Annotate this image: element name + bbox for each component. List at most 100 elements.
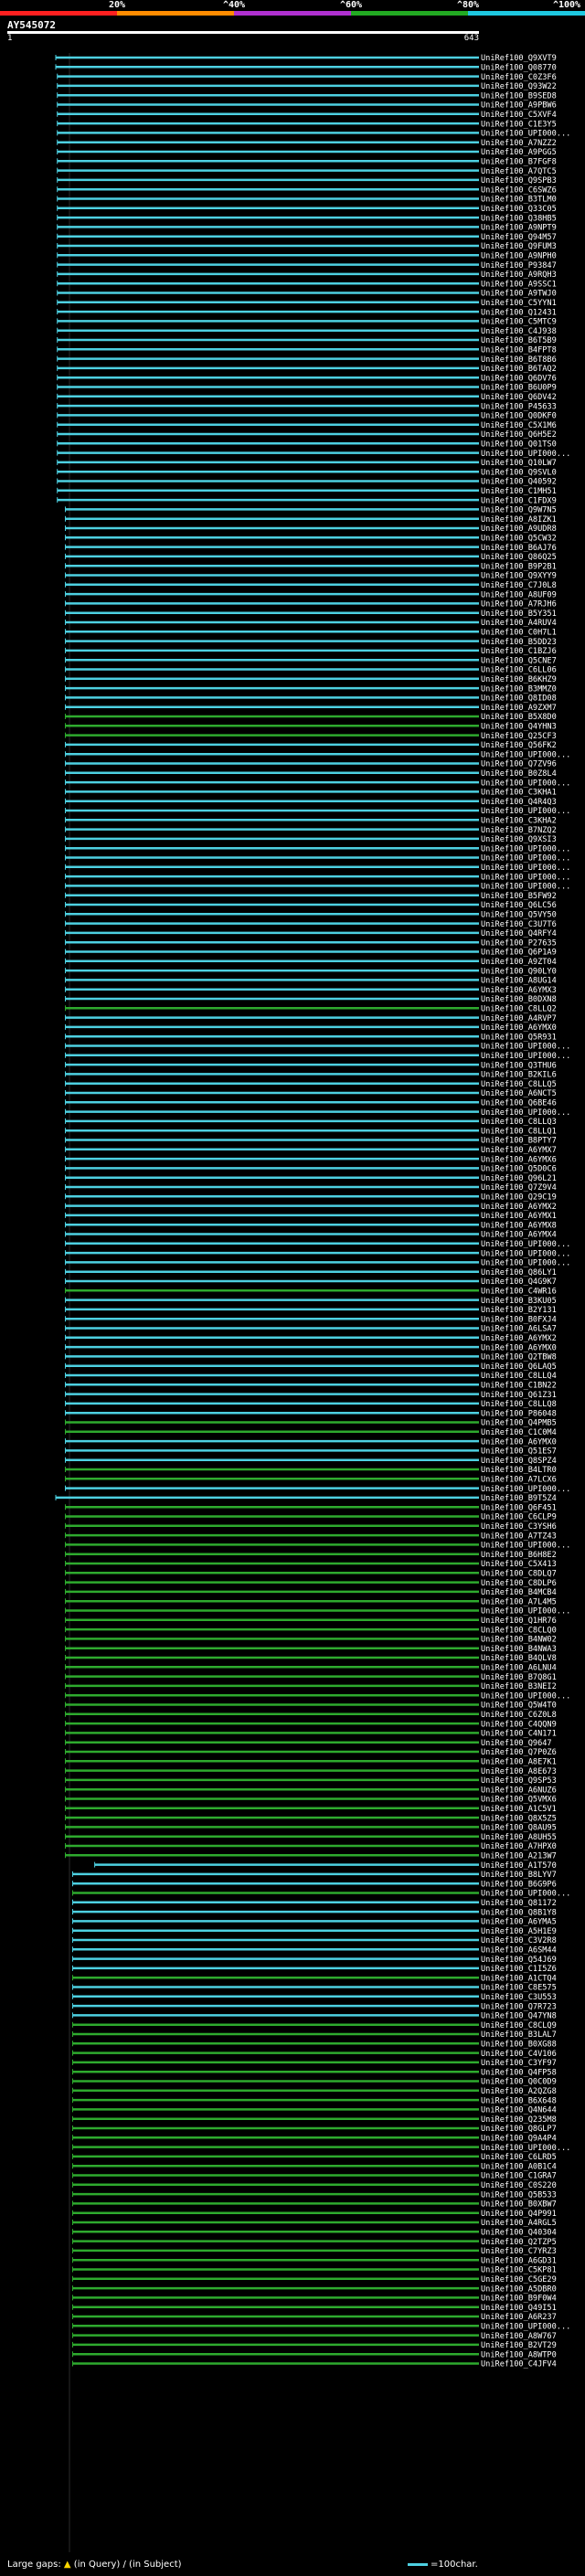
hit-label[interactable]: UniRef100_C8CLQ0 xyxy=(481,1626,557,1635)
hit-row[interactable]: UniRef100_C1MH51 xyxy=(57,487,557,496)
hit-label[interactable]: UniRef100_C1BZJ6 xyxy=(481,647,557,656)
hit-label[interactable]: UniRef100_A6YMA5 xyxy=(481,1918,557,1927)
hit-label[interactable]: UniRef100_Q9FUM3 xyxy=(481,242,557,251)
hit-label[interactable]: UniRef100_A8UH55 xyxy=(481,1833,557,1842)
hit-row[interactable]: UniRef100_UPI000... xyxy=(72,2144,571,2153)
hit-row[interactable]: UniRef100_C1C0M4 xyxy=(65,1428,557,1437)
hit-label[interactable]: UniRef100_Q4PMB5 xyxy=(481,1419,557,1428)
hit-row[interactable]: UniRef100_A6GD31 xyxy=(72,2256,557,2265)
hit-label[interactable]: UniRef100_B5DD23 xyxy=(481,638,557,647)
hit-label[interactable]: UniRef100_UPI000... xyxy=(481,1052,570,1061)
hit-label[interactable]: UniRef100_Q4R4Q3 xyxy=(481,798,557,807)
hit-label[interactable]: UniRef100_Q54J69 xyxy=(481,1956,557,1965)
hit-row[interactable]: UniRef100_B8LYV7 xyxy=(72,1871,557,1880)
hit-row[interactable]: UniRef100_A9NPT9 xyxy=(57,224,557,233)
hit-row[interactable]: UniRef100_Q9XVT9 xyxy=(55,54,557,63)
hit-row[interactable]: UniRef100_Q5VMX6 xyxy=(65,1796,557,1805)
hit-label[interactable]: UniRef100_Q01TS0 xyxy=(481,440,557,450)
hit-label[interactable]: UniRef100_Q9SVL0 xyxy=(481,468,557,477)
hit-row[interactable]: UniRef100_B4LTR0 xyxy=(65,1466,557,1475)
hit-row[interactable]: UniRef100_Q10LW7 xyxy=(57,459,557,468)
hit-label[interactable]: UniRef100_C4J938 xyxy=(481,327,557,336)
hit-row[interactable]: UniRef100_Q5CW32 xyxy=(65,535,557,544)
hit-label[interactable]: UniRef100_Q9W7N5 xyxy=(481,506,557,515)
hit-label[interactable]: UniRef100_B7FGF8 xyxy=(481,158,557,167)
hit-row[interactable]: UniRef100_A1CTQ4 xyxy=(72,1974,557,1983)
hit-label[interactable]: UniRef100_C0Z3F6 xyxy=(481,73,557,82)
hit-row[interactable]: UniRef100_UPI000... xyxy=(65,864,571,873)
hit-label[interactable]: UniRef100_C3KHA2 xyxy=(481,817,557,826)
hit-label[interactable]: UniRef100_Q4RFY4 xyxy=(481,929,557,938)
hit-row[interactable]: UniRef100_A1T570 xyxy=(94,1861,557,1871)
hit-row[interactable]: UniRef100_B3NEI2 xyxy=(65,1682,557,1691)
hit-row[interactable]: UniRef100_Q0C0D9 xyxy=(72,2078,557,2087)
hit-row[interactable]: UniRef100_C8DLP6 xyxy=(65,1579,557,1588)
hit-label[interactable]: UniRef100_B4LTR0 xyxy=(481,1466,557,1475)
hit-label[interactable]: UniRef100_B4QLV8 xyxy=(481,1654,557,1663)
hit-row[interactable]: UniRef100_Q8B1Y8 xyxy=(72,1908,557,1917)
hit-row[interactable]: UniRef100_Q4YHN3 xyxy=(65,723,557,732)
hit-row[interactable]: UniRef100_Q5CNE7 xyxy=(65,656,557,665)
hit-label[interactable]: UniRef100_A7TZ43 xyxy=(481,1532,557,1541)
hit-row[interactable]: UniRef100_Q4FP58 xyxy=(72,2068,557,2077)
hit-label[interactable]: UniRef100_Q5W4T0 xyxy=(481,1701,557,1711)
hit-row[interactable]: UniRef100_Q7Z9V4 xyxy=(65,1183,557,1193)
hit-row[interactable]: UniRef100_B0FXJ4 xyxy=(65,1315,557,1324)
hit-label[interactable]: UniRef100_Q8AU95 xyxy=(481,1824,557,1833)
hit-label[interactable]: UniRef100_C6CLP9 xyxy=(481,1513,557,1522)
hit-row[interactable]: UniRef100_C6SWZ6 xyxy=(57,186,557,195)
hit-label[interactable]: UniRef100_A6YMX8 xyxy=(481,1221,557,1230)
hit-row[interactable]: UniRef100_B6T5B9 xyxy=(57,336,557,345)
hit-row[interactable]: UniRef100_Q2TZP5 xyxy=(72,2238,557,2247)
hit-label[interactable]: UniRef100_A1C5V1 xyxy=(481,1805,557,1814)
hit-row[interactable]: UniRef100_Q235M8 xyxy=(72,2115,557,2125)
hit-label[interactable]: UniRef100_Q81172 xyxy=(481,1899,557,1908)
hit-label[interactable]: UniRef100_Q8ID08 xyxy=(481,694,557,704)
hit-label[interactable]: UniRef100_A9PBW6 xyxy=(481,101,557,111)
hit-row[interactable]: UniRef100_A6SM44 xyxy=(72,1946,557,1956)
hit-row[interactable]: UniRef100_C4JFV4 xyxy=(72,2360,557,2369)
hit-label[interactable]: UniRef100_Q4FP58 xyxy=(481,2068,557,2077)
hit-label[interactable]: UniRef100_A6LSA7 xyxy=(481,1325,557,1334)
hit-label[interactable]: UniRef100_A8WTP0 xyxy=(481,2350,557,2359)
hit-row[interactable]: UniRef100_A8IZK1 xyxy=(65,515,557,525)
hit-row[interactable]: UniRef100_UPI000... xyxy=(65,1691,571,1701)
hit-row[interactable]: UniRef100_B3MMZ0 xyxy=(65,684,557,694)
hit-row[interactable]: UniRef100_Q5VY50 xyxy=(65,911,557,920)
hit-label[interactable]: UniRef100_C1MH51 xyxy=(481,487,557,496)
hit-label[interactable]: UniRef100_Q08770 xyxy=(481,64,557,73)
hit-row[interactable]: UniRef100_A6YMX4 xyxy=(65,1231,557,1240)
hit-row[interactable]: UniRef100_UPI000... xyxy=(72,1890,571,1899)
hit-label[interactable]: UniRef100_A7L4M5 xyxy=(481,1597,557,1606)
hit-label[interactable]: UniRef100_A6R237 xyxy=(481,2313,557,2322)
hit-row[interactable]: UniRef100_A6YMX6 xyxy=(65,1155,557,1164)
hit-row[interactable]: UniRef100_B9P2B1 xyxy=(65,562,557,571)
hit-row[interactable]: UniRef100_Q9XYY9 xyxy=(65,572,557,581)
hit-row[interactable]: UniRef100_Q54J69 xyxy=(72,1956,557,1965)
hit-row[interactable]: UniRef100_A8W767 xyxy=(72,2332,557,2341)
hit-row[interactable]: UniRef100_C8CLQ9 xyxy=(72,2021,557,2030)
hit-label[interactable]: UniRef100_Q4P991 xyxy=(481,2210,557,2219)
hit-row[interactable]: UniRef100_Q86Q25 xyxy=(65,553,557,562)
hit-row[interactable]: UniRef100_C5XVF4 xyxy=(57,111,557,120)
hit-label[interactable]: UniRef100_A7HPX0 xyxy=(481,1842,557,1851)
hit-row[interactable]: UniRef100_A9ZXM7 xyxy=(65,704,557,713)
hit-label[interactable]: UniRef100_Q5B533 xyxy=(481,2190,557,2200)
hit-label[interactable]: UniRef100_C5XVF4 xyxy=(481,111,557,120)
hit-row[interactable]: UniRef100_C3YSH6 xyxy=(65,1522,557,1532)
hit-label[interactable]: UniRef100_B9SED8 xyxy=(481,91,557,101)
hit-label[interactable]: UniRef100_C5KP81 xyxy=(481,2266,557,2275)
hit-row[interactable]: UniRef100_Q86LY1 xyxy=(65,1268,557,1277)
hit-row[interactable]: UniRef100_A8UF09 xyxy=(65,590,557,599)
hit-row[interactable]: UniRef100_Q9A4P4 xyxy=(72,2135,557,2144)
hit-label[interactable]: UniRef100_C5MTC9 xyxy=(481,318,557,327)
hit-row[interactable]: UniRef100_UPI000... xyxy=(65,844,571,853)
hit-label[interactable]: UniRef100_C8LLQ5 xyxy=(481,1080,557,1089)
hit-row[interactable]: UniRef100_Q8SPZ4 xyxy=(65,1457,557,1466)
hit-row[interactable]: UniRef100_B4NWA3 xyxy=(65,1645,557,1654)
hit-label[interactable]: UniRef100_Q8X5Z5 xyxy=(481,1814,557,1823)
hit-label[interactable]: UniRef100_C1I5Z6 xyxy=(481,1965,557,1974)
hit-row[interactable]: UniRef100_A6YMX7 xyxy=(65,1146,557,1155)
hit-label[interactable]: UniRef100_A4RUV4 xyxy=(481,619,557,628)
hit-row[interactable]: UniRef100_UPI000... xyxy=(65,1240,571,1249)
